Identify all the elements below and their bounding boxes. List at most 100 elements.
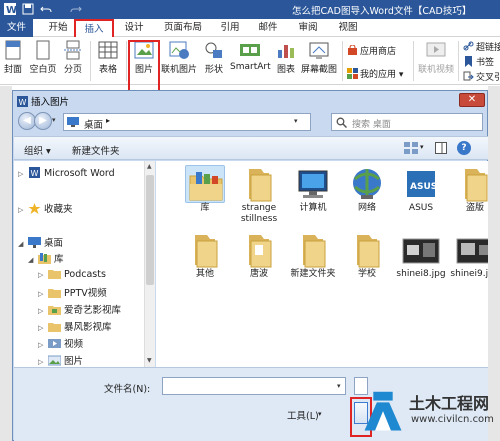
table-button[interactable]: 表格 xyxy=(94,39,122,83)
nav-item-library[interactable]: ◢ 库 xyxy=(28,251,64,265)
picture-button-highlight xyxy=(128,40,160,94)
file-item-tangbo[interactable]: 唐波 xyxy=(232,231,286,291)
tab-view[interactable]: 视图 xyxy=(334,21,362,37)
file-item-network[interactable]: 网络 xyxy=(340,165,394,225)
tools-menu[interactable]: 工具(L) xyxy=(287,408,319,422)
file-item-new-folder[interactable]: 新建文件夹 xyxy=(286,231,340,291)
library-icon xyxy=(38,253,51,264)
online-picture-button[interactable]: 联机图片 xyxy=(160,39,198,83)
cross-reference-button[interactable]: 交叉引 xyxy=(463,70,500,83)
tab-mailings[interactable]: 邮件 xyxy=(254,21,282,37)
nav-item-iqiyi[interactable]: ▷ 爱奇艺影视库 xyxy=(38,302,121,316)
blank-page-button[interactable]: 空白页 xyxy=(28,39,58,83)
file-list: 库 strange stillness 计算机 网络 ASUS ASUS 盗版 其… xyxy=(156,161,488,367)
desktop-icon xyxy=(28,237,41,248)
hyperlink-button[interactable]: 超链接 xyxy=(463,40,500,53)
folder-icon xyxy=(185,231,225,269)
search-input[interactable]: 搜索 桌面 xyxy=(331,113,483,131)
tab-references[interactable]: 引用 xyxy=(216,21,244,37)
nav-item-pictures[interactable]: ▷ 图片 xyxy=(38,353,83,367)
chart-button[interactable]: 图表 xyxy=(273,39,299,83)
dialog-word-icon: W xyxy=(17,96,28,107)
nav-item-favorites[interactable]: ▷ 收藏夹 xyxy=(18,201,73,215)
file-item-asus[interactable]: ASUS ASUS xyxy=(394,165,448,225)
redo-icon[interactable] xyxy=(70,3,82,15)
undo-icon[interactable] xyxy=(40,3,52,15)
svg-text:W: W xyxy=(31,169,39,178)
ribbon-separator xyxy=(413,41,414,81)
preview-pane-icon[interactable] xyxy=(435,142,447,154)
filename-label: 文件名(N): xyxy=(104,384,151,395)
cover-button[interactable]: 封面 xyxy=(2,39,24,83)
tools-dropdown-icon[interactable]: ▾ xyxy=(318,410,322,418)
my-apps-button[interactable]: 我的应用 ▾ xyxy=(347,67,403,80)
shapes-button[interactable]: 形状 xyxy=(200,39,228,83)
bookmark-button[interactable]: 书签 xyxy=(463,55,494,68)
nav-item-videos[interactable]: ▷ 视频 xyxy=(38,336,83,350)
address-path[interactable]: 桌面 xyxy=(84,117,103,131)
tab-insert[interactable]: 插入 xyxy=(74,19,114,38)
forward-button[interactable]: ▶ xyxy=(34,112,52,130)
recent-locations-dropdown[interactable]: ▾ xyxy=(52,116,56,124)
tab-review[interactable]: 审阅 xyxy=(294,21,322,37)
file-item-school[interactable]: 学校 xyxy=(340,231,394,291)
document-background xyxy=(0,86,12,441)
tab-home[interactable]: 开始 xyxy=(44,21,72,37)
address-history-dropdown[interactable]: ▾ xyxy=(294,117,298,125)
file-item-shinei9[interactable]: shinei9.jpg xyxy=(448,231,488,291)
cover-page-icon xyxy=(2,40,24,60)
ribbon-separator xyxy=(126,41,127,81)
file-item-computer[interactable]: 计算机 xyxy=(286,165,340,225)
table-icon xyxy=(97,40,119,60)
file-item-shinei8[interactable]: shinei8.jpg xyxy=(394,231,448,291)
watermark-url: www.civilcn.com xyxy=(411,414,494,425)
nav-item-pptv[interactable]: ▷ PPTV视频 xyxy=(38,285,107,299)
nav-item-microsoft-word[interactable]: ▷ W Microsoft Word xyxy=(18,167,115,181)
smartart-button[interactable]: SmartArt xyxy=(230,39,271,83)
page-break-icon xyxy=(62,40,84,60)
blank-page-icon xyxy=(32,40,54,60)
filename-input[interactable] xyxy=(162,377,346,395)
scroll-down-icon[interactable]: ▼ xyxy=(147,357,152,364)
online-video-button[interactable]: 联机视频 xyxy=(417,39,455,83)
shapes-icon xyxy=(203,40,225,60)
nav-item-baofeng[interactable]: ▷ 暴风影视库 xyxy=(38,319,112,333)
chevron-right-icon[interactable]: ▸ xyxy=(106,116,110,125)
save-icon[interactable] xyxy=(22,3,34,15)
image-icon xyxy=(455,231,488,269)
file-item-other[interactable]: 其他 xyxy=(178,231,232,291)
close-button[interactable]: ✕ xyxy=(459,93,485,107)
arrow-right-icon: ▶ xyxy=(39,115,47,126)
word-icon: W xyxy=(28,167,41,178)
watermark-title: 土木工程网 xyxy=(409,394,490,413)
help-button[interactable]: ? xyxy=(457,141,471,155)
navigation-scrollbar[interactable]: ▲ ▼ xyxy=(144,161,155,367)
folder-icon xyxy=(293,231,333,269)
smartart-icon xyxy=(239,40,261,60)
nav-item-desktop[interactable]: ◢ 桌面 xyxy=(18,235,63,249)
scrollbar-thumb[interactable] xyxy=(146,175,154,285)
organize-button[interactable]: 组织 ▾ xyxy=(24,143,51,157)
watermark: 土木工程网 www.civilcn.com xyxy=(359,386,499,438)
pictures-icon xyxy=(47,355,62,366)
watermark-logo-icon xyxy=(364,391,402,431)
file-item-library[interactable]: 库 xyxy=(178,165,232,225)
window-title: 怎么把CAD图导入Word文件【CAD技巧】 xyxy=(292,6,472,17)
filename-dropdown-icon[interactable]: ▾ xyxy=(337,382,341,390)
new-folder-button[interactable]: 新建文件夹 xyxy=(72,143,120,157)
screenshot-button[interactable]: 屏幕截图 xyxy=(300,39,338,83)
tab-design[interactable]: 设计 xyxy=(120,21,148,37)
scroll-up-icon[interactable]: ▲ xyxy=(147,163,152,170)
nav-item-podcasts[interactable]: ▷ Podcasts xyxy=(38,268,106,282)
tab-page-layout[interactable]: 页面布局 xyxy=(160,21,206,37)
view-dropdown-icon[interactable]: ▾ xyxy=(420,143,424,151)
view-options-icon[interactable] xyxy=(404,142,418,154)
page-break-button[interactable]: 分页 xyxy=(60,39,86,83)
address-bar[interactable]: 桌面 ▸ ▾ xyxy=(63,113,311,131)
tab-file[interactable]: 文件 xyxy=(0,19,33,37)
store-icon xyxy=(347,44,358,56)
title-bar: W 怎么把CAD图导入Word文件【CAD技巧】 xyxy=(0,0,500,19)
file-item-strange-stillness[interactable]: strange stillness xyxy=(232,165,286,225)
app-store-button[interactable]: 应用商店 xyxy=(347,44,396,57)
file-item-daoban[interactable]: 盗版 xyxy=(448,165,488,225)
